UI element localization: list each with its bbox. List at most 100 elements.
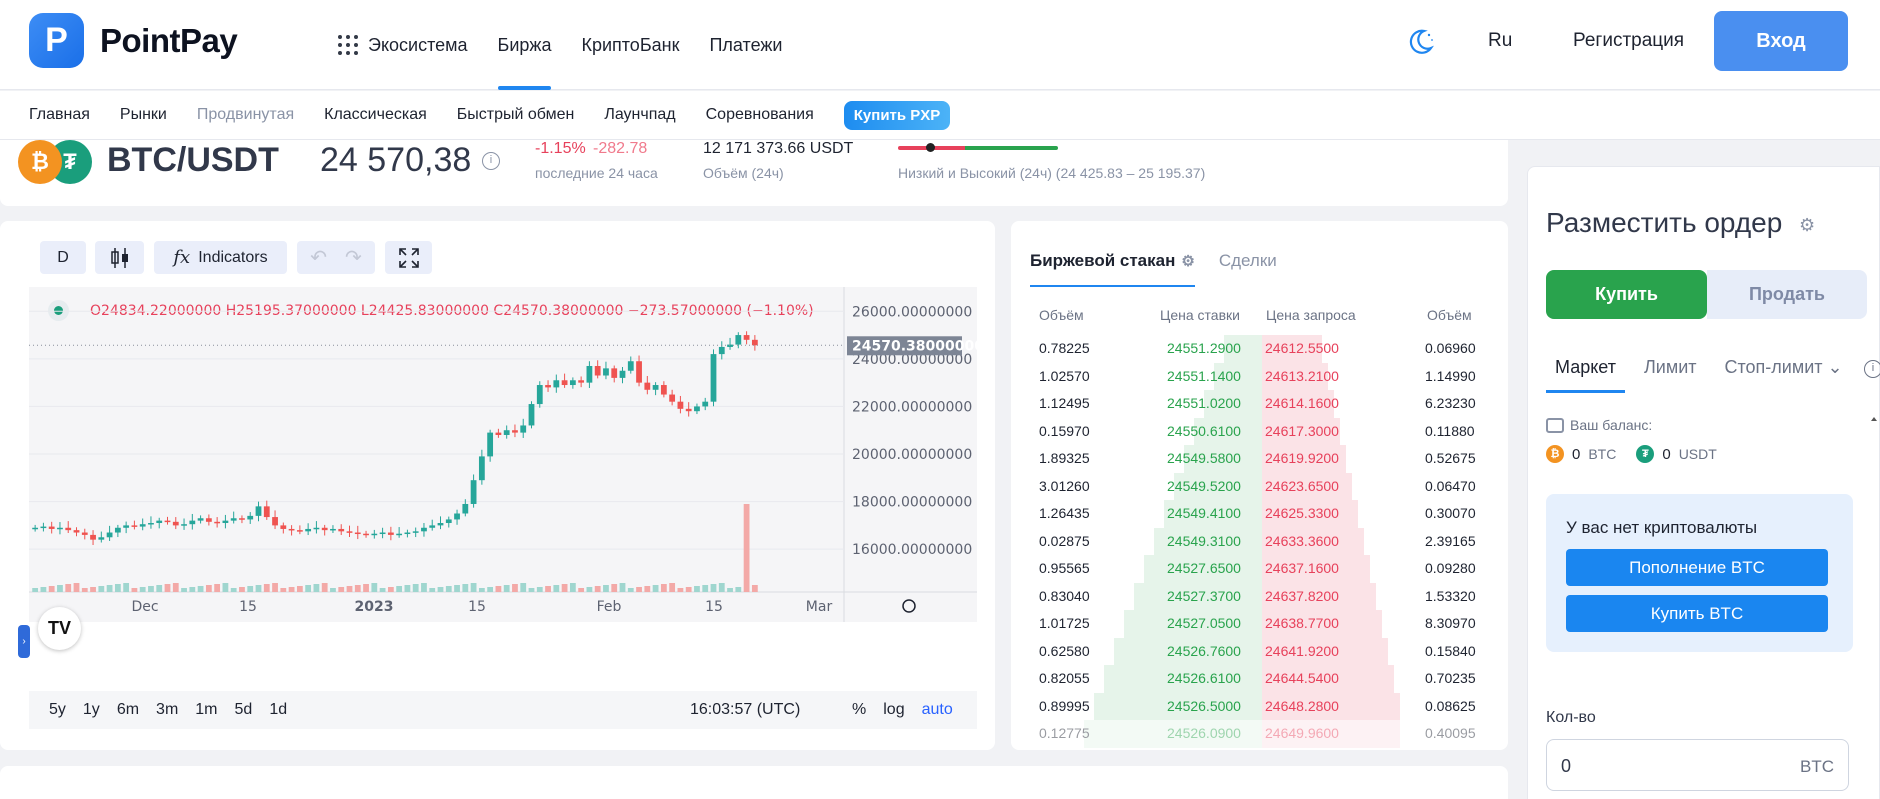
subnav-item-markets[interactable]: Рынки [120, 106, 167, 124]
order-book-row[interactable]: 0.95565 24527.6500 24637.1600 0.09280 [1011, 555, 1508, 583]
range-1m[interactable]: 1m [195, 701, 217, 719]
candle-style-button[interactable] [95, 241, 144, 274]
tab-limit[interactable]: Лимит [1635, 357, 1706, 393]
bid-volume: 0.15970 [1039, 422, 1090, 439]
candle-body [429, 525, 436, 528]
bitcoin-icon: ₿ [18, 140, 62, 184]
order-book-row[interactable]: 0.82055 24526.6100 24644.5400 0.70235 [1011, 665, 1508, 693]
range-1d[interactable]: 1d [269, 701, 287, 719]
info-icon[interactable]: i [482, 152, 500, 170]
nav-item-exchange[interactable]: Биржа [497, 0, 551, 90]
volume-bar [727, 588, 733, 592]
function-icon: fx [173, 247, 191, 268]
order-book-row[interactable]: 0.62580 24526.7600 24641.9200 0.15840 [1011, 637, 1508, 665]
subnav-item-quick-exchange[interactable]: Быстрый обмен [457, 106, 575, 124]
subnav-item-advanced[interactable]: Продвинутая [197, 106, 294, 124]
bottom-panel [0, 766, 1508, 799]
volume-bar [520, 583, 527, 592]
volume-bar [164, 584, 171, 592]
buy-pxp-button[interactable]: Купить PXP [843, 100, 951, 130]
bid-volume: 0.12775 [1039, 725, 1090, 741]
fullscreen-button[interactable] [385, 241, 432, 274]
candle-body [735, 335, 742, 345]
volume-bar [636, 587, 642, 592]
order-book-row[interactable]: 3.01260 24549.5200 24623.6500 0.06470 [1011, 472, 1508, 500]
volume-bar [181, 588, 187, 592]
candle-body [354, 532, 361, 535]
deposit-btc-button[interactable]: Пополнение BTC [1566, 549, 1828, 586]
tab-market[interactable]: Маркет [1546, 357, 1625, 393]
range-6m[interactable]: 6m [117, 701, 139, 719]
range-5y[interactable]: 5y [49, 701, 66, 719]
range-3m[interactable]: 3m [156, 701, 178, 719]
order-book-row[interactable]: 0.12775 24526.0900 24649.9600 0.40095 [1011, 720, 1508, 748]
candlestick-chart[interactable]: 26000.0000000024000.0000000022000.000000… [29, 287, 977, 622]
order-book-row[interactable]: 0.83040 24527.3700 24637.8200 1.53320 [1011, 582, 1508, 610]
change-absolute: -282.78 [593, 140, 648, 157]
login-button[interactable]: Вход [1714, 11, 1848, 71]
log-scale-toggle[interactable]: log [883, 701, 904, 719]
range-1y[interactable]: 1y [83, 701, 100, 719]
volume-bar [495, 586, 502, 592]
order-book-row[interactable]: 1.01725 24527.0500 24638.7700 8.30970 [1011, 610, 1508, 638]
range-5d[interactable]: 5d [235, 701, 253, 719]
volume-bar [512, 584, 518, 592]
undo-icon[interactable]: ↶ [310, 245, 327, 270]
usdt-unit: USDT [1678, 446, 1717, 462]
settings-gear-icon[interactable] [902, 599, 916, 613]
order-book-row[interactable]: 1.02570 24551.1400 24613.2100 1.14990 [1011, 362, 1508, 390]
theme-moon-icon[interactable] [1404, 26, 1436, 58]
order-book-row[interactable]: 0.89995 24526.5000 24648.2800 0.08625 [1011, 692, 1508, 720]
subnav-item-home[interactable]: Главная [29, 106, 90, 124]
buy-btc-button[interactable]: Купить BTC [1566, 595, 1828, 632]
language-selector[interactable]: Ru [1488, 30, 1512, 52]
auto-scale-toggle[interactable]: auto [922, 701, 953, 719]
tab-trades[interactable]: Сделки [1219, 251, 1277, 287]
y-tick-label: 20000.00000000 [852, 447, 972, 463]
info-icon[interactable]: i [1864, 360, 1880, 378]
volume-bar [131, 588, 138, 592]
volume-bar [98, 586, 105, 592]
order-book-row[interactable]: 0.02875 24549.3100 24633.3600 2.39165 [1011, 527, 1508, 555]
order-book-row[interactable]: 0.15970 24550.6100 24617.3000 0.11880 [1011, 417, 1508, 445]
order-book-row[interactable]: 1.89325 24549.5800 24619.9200 0.52675 [1011, 445, 1508, 473]
indicators-button[interactable]: fx Indicators [154, 241, 287, 274]
brand-logo[interactable]: P PointPay [29, 13, 238, 68]
subnav-item-competitions[interactable]: Соревнования [706, 106, 814, 124]
volume-bar [172, 583, 179, 592]
sell-side-button[interactable]: Продать [1707, 270, 1867, 319]
order-book-row[interactable]: 1.26435 24549.4100 24625.3300 0.30070 [1011, 500, 1508, 528]
nav-item-cryptobank[interactable]: КриптоБанк [581, 0, 679, 90]
order-book-row[interactable]: 0.78225 24551.2900 24612.5500 0.06960 [1011, 335, 1508, 363]
subnav-item-launchpad[interactable]: Лаунчпад [604, 106, 675, 124]
gear-icon[interactable]: ⚙ [1181, 252, 1194, 270]
quantity-input[interactable]: 0 BTC [1546, 739, 1849, 791]
register-link[interactable]: Регистрация [1573, 30, 1684, 52]
tab-order-book[interactable]: Биржевой стакан ⚙ [1030, 251, 1195, 287]
candle-body [40, 526, 47, 529]
subnav-item-classic[interactable]: Классическая [324, 106, 427, 124]
bid-price: 24526.0900 [1167, 725, 1241, 741]
candle-body [321, 527, 328, 531]
percent-scale-toggle[interactable]: % [852, 701, 866, 719]
nav-item-payments[interactable]: Платежи [709, 0, 782, 90]
candle-body [81, 532, 88, 535]
drawing-toolbar-toggle[interactable]: › [18, 625, 30, 658]
tradingview-logo-icon[interactable]: TV [38, 607, 81, 650]
volume-bar [669, 583, 676, 592]
pair-name[interactable]: BTC/USDT [107, 141, 279, 180]
chart-panel: D fx Indicators ↶ ↷ O24834.22000000 H251… [0, 221, 995, 750]
nav-item-ecosystem[interactable]: Экосистема [338, 0, 468, 90]
volume-bar [553, 585, 560, 592]
tab-stop-limit[interactable]: Стоп-лимит ⌄ [1716, 357, 1852, 393]
candle-body [272, 517, 278, 526]
redo-icon[interactable]: ↷ [345, 245, 362, 270]
order-book-row[interactable]: 1.12495 24551.0200 24614.1600 6.23230 [1011, 390, 1508, 418]
buy-side-button[interactable]: Купить [1546, 270, 1707, 319]
gear-icon[interactable]: ⚙ [1799, 215, 1815, 236]
candle-body [156, 520, 163, 524]
utc-clock[interactable]: 16:03:57 (UTC) [690, 701, 800, 719]
volume-bar [139, 587, 146, 592]
interval-button[interactable]: D [40, 241, 86, 274]
page-scrollbar[interactable] [1870, 415, 1878, 799]
